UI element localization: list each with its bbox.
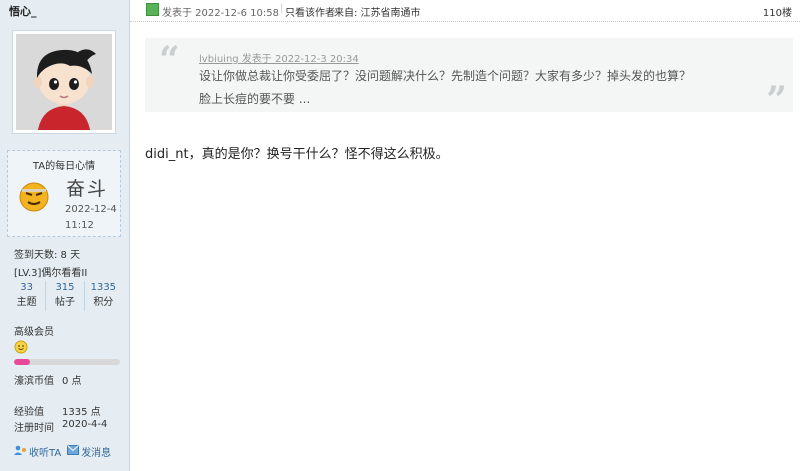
follow-icon — [14, 445, 27, 459]
exp-value: 1335 点 — [62, 407, 101, 418]
follow-label: 收听TA — [29, 448, 62, 459]
envelope-icon — [67, 445, 80, 458]
quote-block: “ lvbiuing 发表于 2022-12-3 20:34 设让你做总裁让你受… — [145, 38, 793, 118]
smiley-face-icon — [18, 181, 50, 213]
user-level[interactable]: [LV.3]偶尔看看II — [14, 264, 87, 279]
send-message-label: 发消息 — [81, 448, 112, 459]
coins-row: 濠滨币值 0 点 — [14, 372, 82, 387]
close-quote-icon: ” — [766, 79, 787, 121]
mood-word: 奋斗 — [66, 178, 109, 200]
send-message-button[interactable]: 发消息 — [67, 444, 111, 459]
author-actions: 收听TA 发消息 — [14, 444, 111, 459]
stat-topics-count[interactable]: 33 — [8, 281, 45, 295]
mood-date: 2022-12-4 — [65, 204, 117, 215]
exp-row: 经验值 1335 点 — [14, 403, 101, 418]
exp-label: 经验值 — [14, 407, 44, 418]
stat-topics[interactable]: 33 主题 — [8, 281, 47, 311]
stat-topics-label: 主题 — [16, 297, 37, 308]
quote-text-line-1: 设让你做总裁让你受委屈了？没问题解决什么？先制造个问题？大家有多少？掉头发的也算… — [199, 69, 692, 83]
group-progress-bar — [14, 359, 120, 365]
user-group[interactable]: 高级会员 — [14, 323, 54, 338]
post-timestamp: 发表于 2022-12-6 10:58 — [162, 8, 279, 19]
group-progress-fill — [14, 359, 30, 365]
author-name[interactable]: 悟心_ — [9, 3, 37, 19]
quote-text-line-2: 脸上长痘的要不要 ... — [199, 92, 311, 106]
post-location: 来自: 江苏省南通市 — [334, 8, 421, 19]
quote-source-link[interactable]: lvbiuing 发表于 2022-12-3 20:34 — [199, 50, 359, 65]
reply-text: didi_nt，真的是你？换号干什么？怪不得这么积极。 — [145, 147, 449, 162]
stat-points-label: 积分 — [93, 297, 114, 308]
daily-mood-card: TA的每日心情 奋斗 2022-12-4 11:12 — [7, 150, 121, 237]
stat-posts-count[interactable]: 315 — [46, 281, 83, 295]
avatar-image — [16, 34, 112, 130]
member-badge-icon — [14, 340, 28, 354]
floor-number[interactable]: 110楼 — [763, 4, 792, 19]
forum-post: 悟心_ TA的每日心情 奋斗 2022-12-4 11:12 签到天数: 8 天… — [0, 0, 800, 471]
coins-label: 濠滨币值 — [14, 376, 54, 387]
user-stats: 33 主题 315 帖子 1335 积分 — [8, 281, 122, 311]
author-sidebar: 悟心_ TA的每日心情 奋斗 2022-12-4 11:12 签到天数: 8 天… — [0, 0, 130, 471]
stat-posts[interactable]: 315 帖子 — [46, 281, 85, 311]
meta-divider: | — [280, 3, 284, 14]
stat-points-count[interactable]: 1335 — [85, 281, 122, 295]
open-quote-icon: “ — [159, 39, 180, 81]
stat-posts-label: 帖子 — [54, 297, 75, 308]
mood-time: 11:12 — [65, 220, 94, 231]
only-author-link[interactable]: 只看该作者 — [285, 4, 335, 19]
coins-value: 0 点 — [62, 376, 82, 387]
regtime-row: 注册时间 2020-4-4 — [14, 419, 107, 434]
stat-points[interactable]: 1335 积分 — [85, 281, 122, 311]
follow-button[interactable]: 收听TA — [14, 444, 61, 459]
signin-days: 签到天数: 8 天 — [14, 250, 81, 261]
regtime-label: 注册时间 — [14, 423, 54, 434]
avatar[interactable] — [12, 30, 116, 134]
post-meta-bar: 发表于 2022-12-6 10:58 | 只看该作者 来自: 江苏省南通市 1… — [130, 0, 800, 22]
regtime-value: 2020-4-4 — [62, 419, 108, 430]
mood-title: TA的每日心情 — [32, 161, 96, 172]
online-status-icon — [146, 3, 159, 16]
